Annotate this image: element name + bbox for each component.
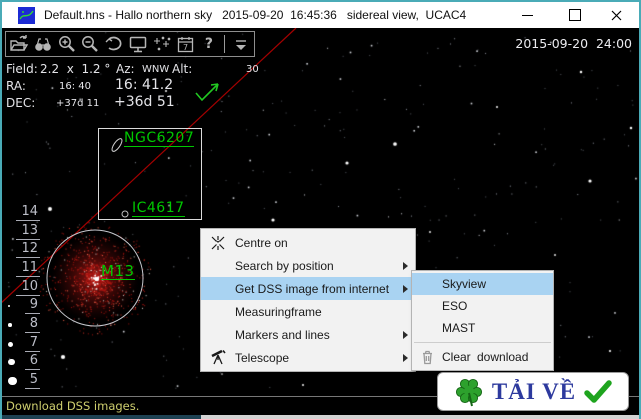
app-window: Default.hns - Hallo northern sky 2015-09… bbox=[0, 0, 641, 419]
submenu-arrow-icon bbox=[403, 353, 408, 362]
zoom-out-icon[interactable] bbox=[79, 33, 102, 55]
menu-item-label: Skyview bbox=[442, 277, 487, 291]
dec-label: DEC: bbox=[6, 96, 36, 110]
alt-label: Alt: bbox=[172, 62, 193, 76]
display-settings-icon[interactable] bbox=[127, 33, 150, 55]
magnitude-row: 10 bbox=[8, 279, 40, 297]
menu-separator bbox=[414, 342, 551, 343]
submenu-item-clear-download[interactable]: Clear download bbox=[412, 346, 553, 368]
magnitude-row: 11 bbox=[8, 260, 40, 278]
field-label: Field: bbox=[6, 62, 38, 76]
magnitude-row: 14 bbox=[8, 204, 40, 222]
menu-item-label: MAST bbox=[442, 321, 476, 335]
bottom-window-edge bbox=[0, 415, 641, 419]
submenu-item-mast[interactable]: MAST bbox=[412, 317, 553, 339]
toolbar-separator bbox=[224, 35, 226, 53]
ra-centre-value: 16: 41.2 bbox=[115, 77, 174, 93]
az-label: Az: bbox=[116, 62, 135, 76]
magnitude-row: 6 bbox=[8, 353, 40, 371]
titlebar[interactable]: Default.hns - Hallo northern sky 2015-09… bbox=[2, 2, 639, 28]
az-value: WNW bbox=[142, 64, 170, 75]
status-text: Download DSS images. bbox=[6, 399, 140, 413]
magnitude-row: 9 bbox=[8, 297, 40, 315]
magnitude-dot bbox=[8, 358, 15, 366]
menu-item-markers-and-lines[interactable]: Markers and lines bbox=[201, 323, 415, 346]
search-object-icon[interactable] bbox=[32, 33, 55, 55]
trash-icon bbox=[412, 349, 442, 365]
magnitude-dot bbox=[8, 323, 12, 327]
dss-submenu: Skyview ESO MAST Clear download bbox=[411, 270, 554, 371]
centre-on-icon bbox=[201, 235, 235, 251]
menu-dropdown-icon[interactable] bbox=[229, 33, 252, 55]
svg-text:7: 7 bbox=[183, 43, 188, 52]
sky-clock: 2015-09-20 24:00 bbox=[515, 36, 632, 51]
clover-icon bbox=[455, 378, 482, 406]
magnitude-dot bbox=[8, 341, 13, 347]
minimize-button[interactable] bbox=[510, 2, 544, 28]
menu-item-centre-on[interactable]: Centre on bbox=[201, 231, 415, 254]
menu-item-label: Markers and lines bbox=[235, 327, 330, 342]
checkmark-icon bbox=[584, 379, 612, 403]
submenu-arrow-icon bbox=[403, 261, 408, 270]
dec-mouse-value: +37d 11 bbox=[56, 98, 100, 109]
date-time-icon[interactable]: 7 bbox=[174, 33, 197, 55]
maximize-button[interactable] bbox=[558, 2, 592, 28]
menu-item-telescope[interactable]: Telescope bbox=[201, 346, 415, 369]
maximize-icon bbox=[569, 9, 581, 21]
undo-view-icon[interactable] bbox=[103, 33, 126, 55]
object-label-ic4617[interactable]: IC4617 bbox=[132, 201, 185, 217]
magnitude-row: 12 bbox=[8, 241, 40, 259]
close-icon bbox=[611, 10, 621, 20]
menu-item-search-by-position[interactable]: Search by position bbox=[201, 254, 415, 277]
magnitude-dot bbox=[8, 376, 17, 386]
ra-label: RA: bbox=[6, 79, 26, 93]
submenu-arrow-icon bbox=[403, 330, 408, 339]
window-title: Default.hns - Hallo northern sky 2015-09… bbox=[44, 8, 467, 22]
zoom-in-icon[interactable] bbox=[55, 33, 78, 55]
app-icon bbox=[18, 7, 35, 24]
submenu-arrow-icon bbox=[403, 284, 408, 293]
magnitude-row: 13 bbox=[8, 223, 40, 241]
magnitude-row: 7 bbox=[8, 335, 40, 353]
context-menu: Centre on Search by position Get DSS ima… bbox=[200, 228, 416, 372]
minimize-icon bbox=[521, 14, 533, 16]
menu-item-label: Telescope bbox=[235, 350, 290, 365]
menu-item-get-dss-image[interactable]: Get DSS image from internet bbox=[201, 277, 415, 300]
toolbar: 7 ? bbox=[5, 31, 255, 57]
menu-item-label: Measuringframe bbox=[235, 304, 322, 319]
submenu-item-eso[interactable]: ESO bbox=[412, 295, 553, 317]
telescope-icon bbox=[201, 349, 235, 366]
magnitude-dot bbox=[8, 305, 10, 307]
magnitude-row: 8 bbox=[8, 316, 40, 334]
menu-item-label: Search by position bbox=[235, 258, 334, 273]
menu-item-label: ESO bbox=[442, 299, 468, 313]
alt-value: 30 bbox=[246, 64, 259, 75]
menu-item-label: Get DSS image from internet bbox=[235, 281, 390, 296]
field-value: 2.2 x 1.2 ° bbox=[40, 62, 111, 76]
ra-mouse-value: 16: 40 bbox=[59, 81, 91, 92]
submenu-item-skyview[interactable]: Skyview bbox=[412, 273, 553, 295]
deep-sky-icon[interactable] bbox=[150, 33, 173, 55]
help-icon[interactable]: ? bbox=[198, 33, 221, 55]
watermark-text: TẢI VỀ bbox=[491, 378, 577, 404]
object-label-ngc6207[interactable]: NGC6207 bbox=[124, 131, 195, 147]
magnitude-row: 5 bbox=[8, 372, 40, 390]
object-label-m13[interactable]: M13 bbox=[101, 264, 135, 280]
close-button[interactable] bbox=[599, 2, 633, 28]
menu-item-measuringframe[interactable]: Measuringframe bbox=[201, 300, 415, 323]
open-file-icon[interactable] bbox=[8, 33, 31, 55]
download-watermark[interactable]: TẢI VỀ bbox=[437, 372, 629, 411]
dec-centre-value: +36d 51 bbox=[114, 94, 175, 110]
menu-item-label: Centre on bbox=[235, 235, 288, 250]
menu-item-label: Clear download bbox=[442, 350, 529, 364]
